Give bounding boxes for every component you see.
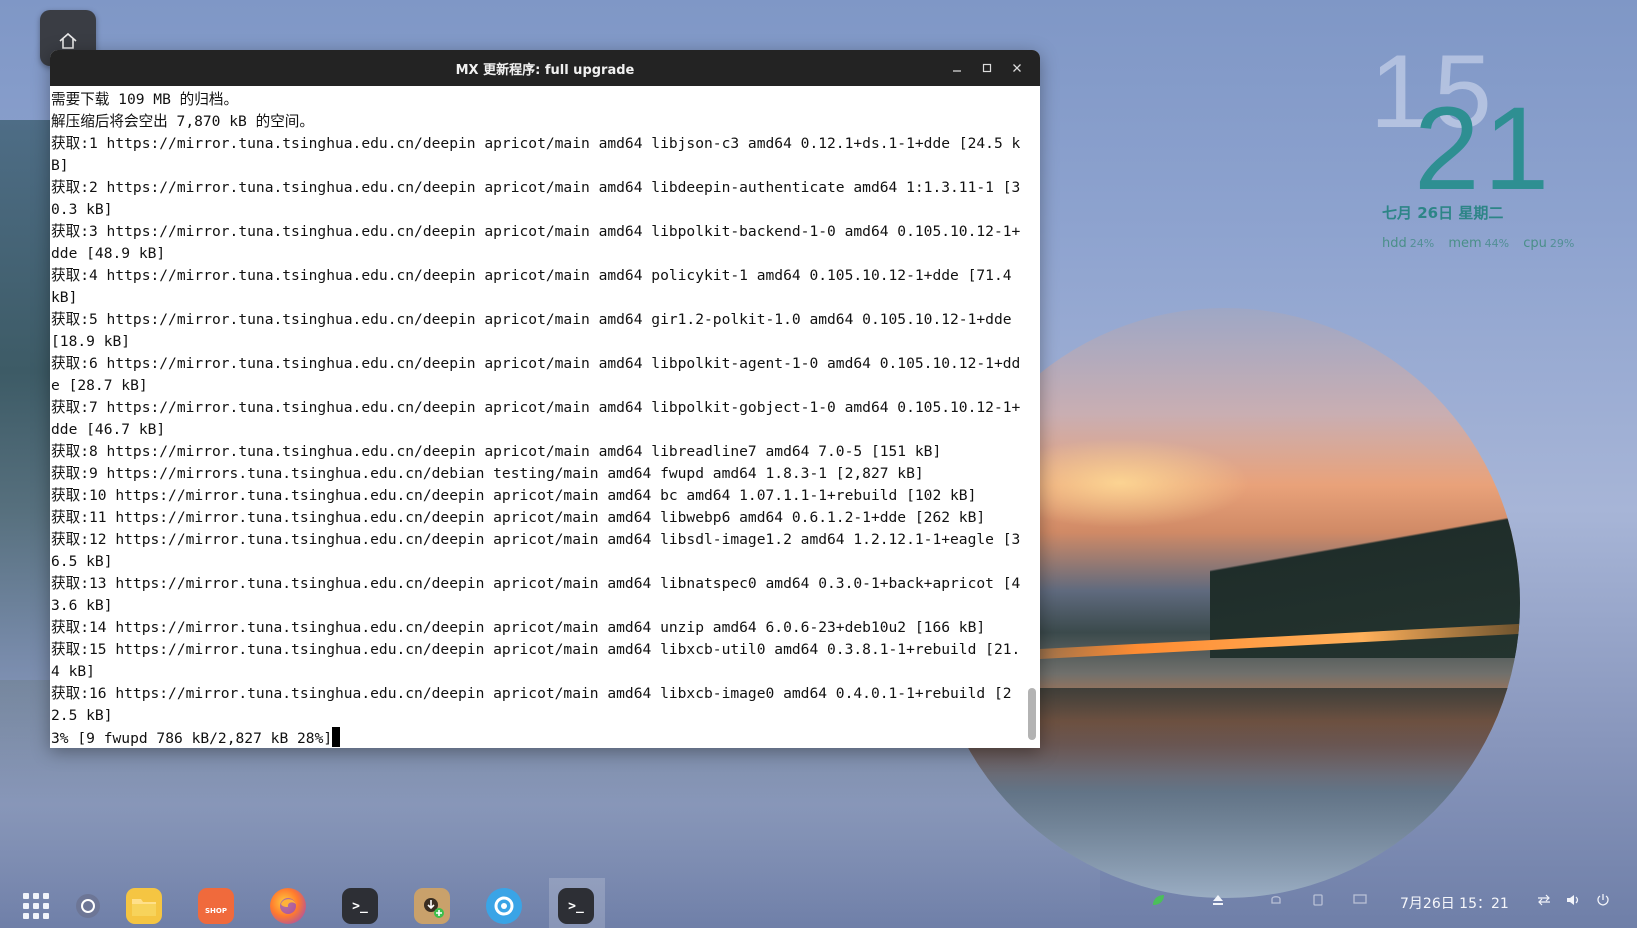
progress-text: 3% [9 fwupd 786 kB/2,827 kB 28%] [51, 730, 333, 747]
terminal-line: 获取:7 https://mirror.tuna.tsinghua.edu.cn… [51, 399, 1021, 438]
app-store-button[interactable]: SHOP [198, 888, 234, 924]
maximize-icon [982, 63, 992, 73]
power-button[interactable] [1595, 892, 1611, 912]
power-icon [1597, 894, 1609, 906]
terminal-line: 获取:16 https://mirror.tuna.tsinghua.edu.c… [51, 685, 1012, 724]
close-icon [1013, 64, 1021, 72]
window-titlebar[interactable]: MX 更新程序: full upgrade [50, 50, 1040, 86]
terminal-line: 获取:8 https://mirror.tuna.tsinghua.edu.cn… [51, 443, 942, 460]
terminal-line: 获取:1 https://mirror.tuna.tsinghua.edu.cn… [51, 135, 1021, 174]
terminal-line: 需要下载 109 MB 的归档。 [51, 91, 239, 108]
multitask-view-button[interactable] [70, 888, 106, 924]
cpu-label: cpu [1523, 236, 1547, 251]
terminal-line: 获取:3 https://mirror.tuna.tsinghua.edu.cn… [51, 223, 1021, 262]
terminal-line: 解压缩后将会空出 7,870 kB 的空间。 [51, 113, 314, 130]
leaf-icon [1153, 895, 1164, 905]
text-cursor [332, 727, 341, 747]
firefox-button[interactable] [270, 888, 306, 924]
scrollbar[interactable] [1027, 90, 1036, 744]
firefox-icon [280, 898, 296, 914]
terminal-line: 获取:15 https://mirror.tuna.tsinghua.edu.c… [51, 641, 1021, 680]
package-installer-icon [424, 898, 444, 918]
terminal-line: 获取:4 https://mirror.tuna.tsinghua.edu.cn… [51, 267, 1021, 306]
scrollbar-thumb[interactable] [1028, 688, 1036, 740]
eject-icon [1213, 895, 1223, 905]
terminal-text: 需要下载 109 MB 的归档。解压缩后将会空出 7,870 kB 的空间。获取… [50, 86, 1029, 748]
terminal-icon: >_ [352, 898, 368, 914]
terminal-line: 获取:5 https://mirror.tuna.tsinghua.edu.cn… [51, 311, 1021, 350]
launcher-button[interactable] [18, 888, 54, 924]
minimize-button[interactable] [942, 53, 972, 83]
terminal-line: 获取:2 https://mirror.tuna.tsinghua.edu.cn… [51, 179, 1021, 218]
terminal-line: 获取:12 https://mirror.tuna.tsinghua.edu.c… [51, 531, 1021, 570]
taskbar-datetime[interactable]: 7月26日 15：21 [1400, 893, 1509, 913]
terminal-line: 获取:13 https://mirror.tuna.tsinghua.edu.c… [51, 575, 1021, 614]
notification-tray-button[interactable] [1268, 892, 1284, 912]
clock-minute: 21 [1414, 83, 1554, 215]
terminal-line: 获取:9 https://mirrors.tuna.tsinghua.edu.c… [51, 465, 924, 482]
volume-button[interactable] [1565, 892, 1581, 912]
app-store-icon: SHOP [205, 907, 227, 915]
terminal-line: 获取:10 https://mirror.tuna.tsinghua.edu.c… [51, 487, 977, 504]
updater-terminal-window[interactable]: MX 更新程序: full upgrade 需要下载 109 MB 的归档。解压… [50, 50, 1040, 748]
mem-label: mem [1448, 236, 1482, 251]
monitor-icon [1353, 894, 1367, 904]
clipboard-icon [1313, 894, 1323, 906]
clock-widget: 15 21 七月 26日 星期二 hdd 24% mem 44% cpu 29% [1370, 40, 1610, 260]
clipboard-tray-button[interactable] [1310, 892, 1326, 912]
eject-tray-button[interactable] [1210, 892, 1226, 912]
terminal-line: 获取:6 https://mirror.tuna.tsinghua.edu.cn… [51, 355, 1021, 394]
screen-tray-button[interactable] [1352, 892, 1368, 912]
cpu-value: 29% [1549, 237, 1575, 250]
speaker-icon [1567, 895, 1579, 905]
launcher-icon [23, 893, 49, 919]
network-arrows-icon [1538, 894, 1550, 906]
terminal-line: 获取:11 https://mirror.tuna.tsinghua.edu.c… [51, 509, 986, 526]
terminal-active-icon: >_ [568, 898, 584, 914]
bell-icon [1271, 896, 1281, 904]
network-status-button[interactable] [1536, 892, 1552, 912]
home-icon [59, 32, 77, 49]
folder-icon [132, 899, 156, 916]
network-tray-button[interactable] [1150, 892, 1166, 912]
terminal-output-area[interactable]: 需要下载 109 MB 的归档。解压缩后将会空出 7,870 kB 的空间。获取… [50, 86, 1040, 748]
terminal-line: 获取:14 https://mirror.tuna.tsinghua.edu.c… [51, 619, 986, 636]
window-title: MX 更新程序: full upgrade [455, 62, 635, 78]
package-installer-button[interactable] [414, 888, 450, 924]
mem-value: 44% [1484, 237, 1510, 250]
hdd-label: hdd [1382, 236, 1407, 251]
browser-button[interactable] [486, 888, 522, 924]
browser-icon [494, 896, 514, 916]
close-button[interactable] [1002, 53, 1032, 83]
hdd-value: 24% [1409, 237, 1435, 250]
terminal-progress-line: 3% [9 fwupd 786 kB/2,827 kB 28%] [51, 727, 1029, 748]
multitask-view-icon [76, 894, 100, 918]
window-controls [942, 50, 1032, 86]
system-stats: hdd 24% mem 44% cpu 29% [1382, 236, 1584, 251]
file-manager-button[interactable] [126, 888, 162, 924]
taskbar: SHOP >_ >_ 7月26日 15：21 [0, 878, 1637, 928]
minimize-icon [953, 70, 961, 72]
maximize-button[interactable] [972, 53, 1002, 83]
terminal-active-button[interactable]: >_ [558, 888, 594, 924]
clock-date: 七月 26日 星期二 [1382, 204, 1504, 222]
terminal-button[interactable]: >_ [342, 888, 378, 924]
